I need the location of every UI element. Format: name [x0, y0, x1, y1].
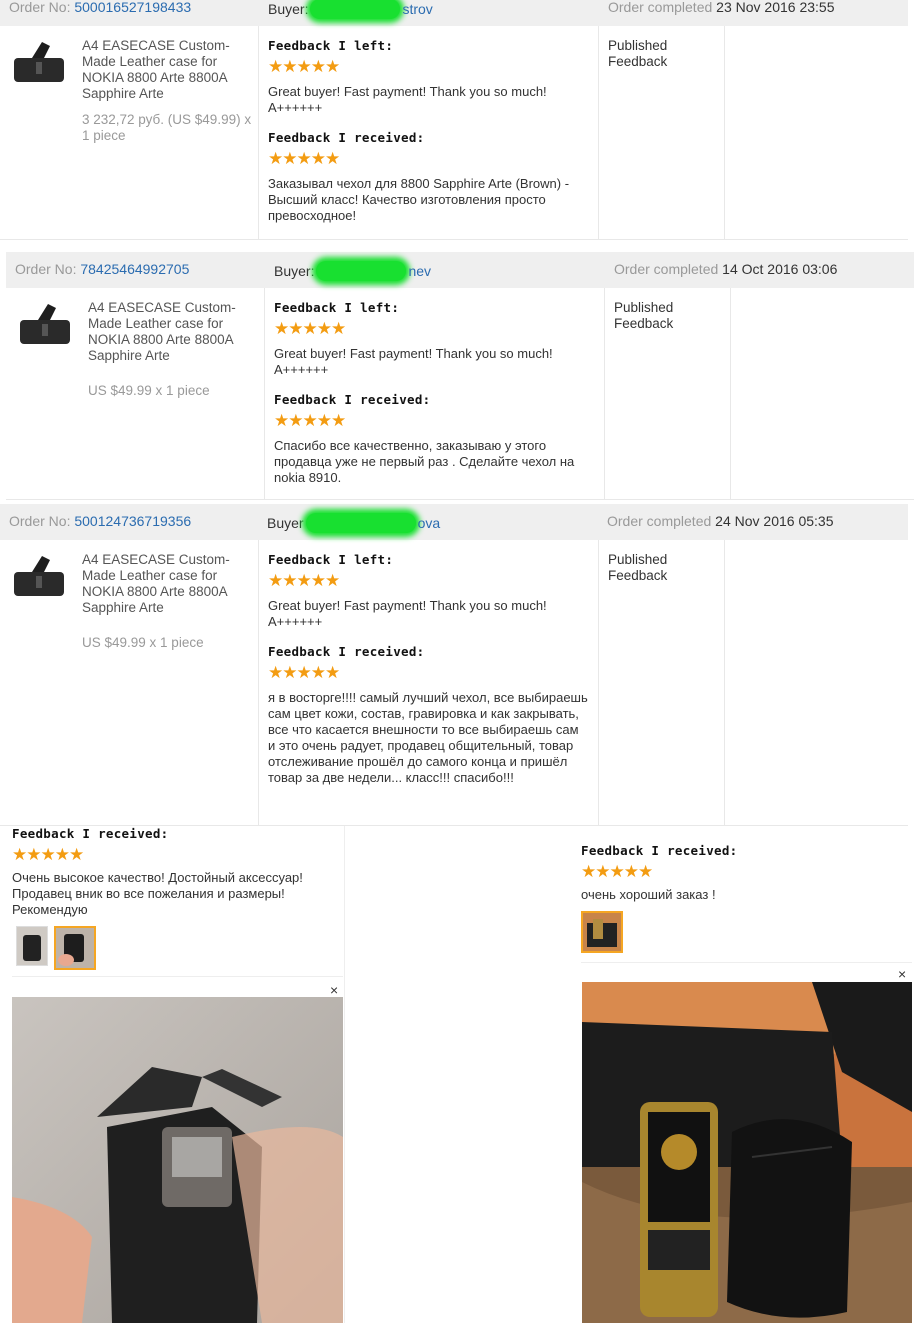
rating-stars: ★★★★★ [274, 411, 346, 430]
order-header: Order No: 500016527198433 Buyer: strov Or… [0, 0, 908, 26]
rating-stars: ★★★★★ [268, 663, 340, 682]
redaction-mark [316, 261, 407, 281]
feedback-left-text: Great buyer! Fast payment! Thank you so … [274, 346, 553, 377]
feedback-status: Published Feedback [608, 38, 668, 69]
feedback-received-title: Feedback I received: [268, 130, 425, 145]
status-column: Published Feedback [604, 288, 731, 499]
rating-stars: ★★★★★ [268, 571, 340, 590]
order-number: Order No: 500124736719356 [9, 513, 192, 529]
feedback-received-title: Feedback I received: [274, 392, 431, 407]
order-header: Order No: 500124736719356 Buyer ova Order… [0, 504, 908, 540]
photo-thumbnail-selected[interactable] [54, 926, 96, 970]
photo-viewer-header [12, 976, 343, 997]
buyer-link[interactable]: strov [402, 1, 432, 17]
rating-stars: ★★★★★ [12, 845, 84, 864]
product-price: US $49.99 x 1 piece [82, 635, 204, 650]
feedback-status: Published Feedback [614, 300, 674, 331]
order-number: Order No: 500016527198433 [9, 0, 192, 15]
buyer-link[interactable]: nev [408, 263, 431, 279]
order-block-2: Order No: 78425464992705 Buyer: nev Order… [6, 252, 914, 500]
product-title[interactable]: A4 EASECASE Custom-Made Leather case for… [88, 300, 258, 364]
photo-thumbnails [16, 926, 96, 970]
buyer-name: Buyer: nev [274, 261, 432, 281]
feedback-left-title: Feedback I left: [268, 552, 394, 567]
product-price: 3 232,72 руб. (US $49.99) x 1 piece [82, 112, 252, 143]
buyer-link[interactable]: ova [418, 515, 441, 531]
photo-thumbnail-selected[interactable] [581, 911, 623, 953]
product-thumbnail[interactable] [8, 40, 72, 84]
status-column: Published Feedback [598, 26, 725, 239]
review-text: Очень высокое качество! Достойный аксесс… [12, 870, 303, 917]
order-number-link[interactable]: 500124736719356 [74, 513, 191, 529]
close-icon[interactable]: × [898, 966, 906, 982]
feedback-left-title: Feedback I left: [268, 38, 394, 53]
product-column: A4 EASECASE Custom-Made Leather case for… [0, 540, 259, 825]
redaction-mark [310, 0, 401, 19]
rating-stars: ★★★★★ [268, 149, 340, 168]
feedback-column: Feedback I left: ★★★★★ Great buyer! Fast… [258, 26, 599, 239]
photo-viewer-header [581, 962, 912, 983]
order-number-link[interactable]: 500016527198433 [74, 0, 191, 15]
order-number: Order No: 78425464992705 [15, 261, 190, 277]
buyer-name: Buyer: strov [268, 0, 433, 19]
order-header: Order No: 78425464992705 Buyer: nev Order… [6, 252, 914, 288]
feedback-left-text: Great buyer! Fast payment! Thank you so … [268, 84, 547, 115]
feedback-received-text: я в восторге!!!! самый лучший чехол, все… [268, 690, 588, 785]
rating-stars: ★★★★★ [268, 57, 340, 76]
product-column: A4 EASECASE Custom-Made Leather case for… [0, 26, 259, 239]
feedback-status: Published Feedback [608, 552, 668, 583]
product-price: US $49.99 x 1 piece [88, 383, 210, 398]
rating-stars: ★★★★★ [274, 319, 346, 338]
close-icon[interactable]: × [330, 982, 338, 998]
review-card-left: Feedback I received: ★★★★★ Очень высокое… [4, 826, 345, 1323]
photo-thumbnails [581, 911, 623, 953]
rating-stars: ★★★★★ [581, 862, 653, 881]
buyer-name: Buyer ova [267, 513, 441, 533]
order-body: A4 EASECASE Custom-Made Leather case for… [0, 26, 908, 240]
review-card-right: Feedback I received: ★★★★★ очень хороший… [574, 826, 912, 1323]
status-column: Published Feedback [598, 540, 725, 825]
feedback-column: Feedback I left: ★★★★★ Great buyer! Fast… [264, 288, 605, 499]
order-completed: Order completed 23 Nov 2016 23:55 [608, 0, 835, 15]
feedback-column: Feedback I left: ★★★★★ Great buyer! Fast… [258, 540, 599, 825]
order-body: A4 EASECASE Custom-Made Leather case for… [0, 540, 908, 826]
order-body: A4 EASECASE Custom-Made Leather case for… [6, 288, 914, 500]
product-title[interactable]: A4 EASECASE Custom-Made Leather case for… [82, 38, 252, 102]
order-block-3: Order No: 500124736719356 Buyer ova Order… [0, 504, 908, 826]
review-text: очень хороший заказ ! [581, 887, 716, 902]
product-column: A4 EASECASE Custom-Made Leather case for… [6, 288, 265, 499]
feedback-left-title: Feedback I left: [274, 300, 400, 315]
product-thumbnail[interactable] [14, 302, 78, 346]
redaction-mark [305, 513, 416, 533]
feedback-received-title: Feedback I received: [581, 843, 738, 858]
order-number-link[interactable]: 78425464992705 [80, 261, 189, 277]
feedback-received-title: Feedback I received: [268, 644, 425, 659]
order-completed: Order completed 14 Oct 2016 03:06 [614, 261, 838, 277]
photo-thumbnail[interactable] [16, 926, 48, 966]
feedback-received-title: Feedback I received: [12, 826, 169, 841]
product-thumbnail[interactable] [8, 554, 72, 598]
review-photo[interactable] [582, 982, 912, 1323]
feedback-left-text: Great buyer! Fast payment! Thank you so … [268, 598, 547, 629]
review-photo[interactable] [12, 997, 343, 1323]
feedback-received-text: Заказывал чехол для 8800 Sapphire Arte (… [268, 176, 570, 223]
order-block-1: Order No: 500016527198433 Buyer: strov Or… [0, 0, 908, 240]
product-title[interactable]: A4 EASECASE Custom-Made Leather case for… [82, 552, 252, 616]
feedback-received-text: Спасибо все качественно, заказываю у это… [274, 438, 575, 485]
order-completed: Order completed 24 Nov 2016 05:35 [607, 513, 834, 529]
